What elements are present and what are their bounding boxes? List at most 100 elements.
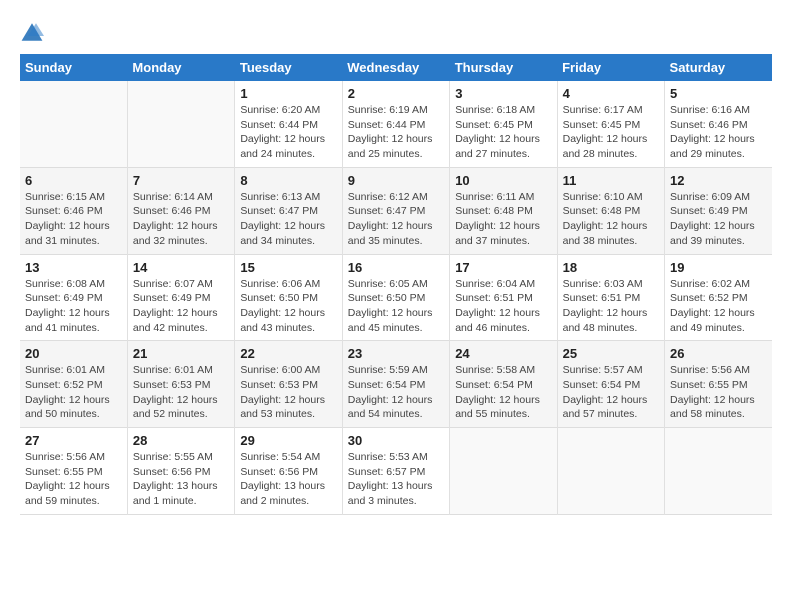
- day-number: 10: [455, 173, 551, 188]
- calendar-week-row: 1 Sunrise: 6:20 AM Sunset: 6:44 PM Daylig…: [20, 81, 772, 167]
- day-number: 20: [25, 346, 122, 361]
- day-number: 19: [670, 260, 767, 275]
- day-of-week-header: Sunday: [20, 54, 127, 81]
- day-detail: Sunrise: 6:06 AM Sunset: 6:50 PM Dayligh…: [240, 277, 336, 336]
- day-detail: Sunrise: 6:17 AM Sunset: 6:45 PM Dayligh…: [563, 103, 659, 162]
- calendar-cell: 19 Sunrise: 6:02 AM Sunset: 6:52 PM Dayli…: [665, 254, 772, 341]
- calendar-cell: 14 Sunrise: 6:07 AM Sunset: 6:49 PM Dayli…: [127, 254, 234, 341]
- day-of-week-header: Friday: [557, 54, 664, 81]
- calendar-cell: 2 Sunrise: 6:19 AM Sunset: 6:44 PM Daylig…: [342, 81, 449, 167]
- day-detail: Sunrise: 6:15 AM Sunset: 6:46 PM Dayligh…: [25, 190, 122, 249]
- calendar-cell: 10 Sunrise: 6:11 AM Sunset: 6:48 PM Dayli…: [450, 167, 557, 254]
- calendar-cell: 27 Sunrise: 5:56 AM Sunset: 6:55 PM Dayli…: [20, 428, 127, 515]
- day-number: 8: [240, 173, 336, 188]
- day-detail: Sunrise: 6:08 AM Sunset: 6:49 PM Dayligh…: [25, 277, 122, 336]
- day-of-week-header: Thursday: [450, 54, 557, 81]
- day-detail: Sunrise: 6:02 AM Sunset: 6:52 PM Dayligh…: [670, 277, 767, 336]
- day-number: 26: [670, 346, 767, 361]
- calendar-cell: 28 Sunrise: 5:55 AM Sunset: 6:56 PM Dayli…: [127, 428, 234, 515]
- calendar-cell: 11Sunrise: 6:10 AM Sunset: 6:48 PM Dayli…: [557, 167, 664, 254]
- day-detail: Sunrise: 6:20 AM Sunset: 6:44 PM Dayligh…: [240, 103, 336, 162]
- calendar-cell: [557, 428, 664, 515]
- calendar-cell: [665, 428, 772, 515]
- day-detail: Sunrise: 6:00 AM Sunset: 6:53 PM Dayligh…: [240, 363, 336, 422]
- day-number: 22: [240, 346, 336, 361]
- day-detail: Sunrise: 5:59 AM Sunset: 6:54 PM Dayligh…: [348, 363, 444, 422]
- day-detail: Sunrise: 6:05 AM Sunset: 6:50 PM Dayligh…: [348, 277, 444, 336]
- calendar-cell: 13 Sunrise: 6:08 AM Sunset: 6:49 PM Dayli…: [20, 254, 127, 341]
- day-number: 3: [455, 86, 551, 101]
- calendar-cell: 21Sunrise: 6:01 AM Sunset: 6:53 PM Dayli…: [127, 341, 234, 428]
- calendar-cell: 3 Sunrise: 6:18 AM Sunset: 6:45 PM Daylig…: [450, 81, 557, 167]
- day-detail: Sunrise: 6:16 AM Sunset: 6:46 PM Dayligh…: [670, 103, 767, 162]
- day-number: 13: [25, 260, 122, 275]
- day-number: 1: [240, 86, 336, 101]
- day-number: 15: [240, 260, 336, 275]
- logo: [20, 20, 48, 44]
- calendar-cell: 17 Sunrise: 6:04 AM Sunset: 6:51 PM Dayli…: [450, 254, 557, 341]
- day-of-week-header: Saturday: [665, 54, 772, 81]
- calendar-table: SundayMondayTuesdayWednesdayThursdayFrid…: [20, 54, 772, 515]
- day-of-week-header: Wednesday: [342, 54, 449, 81]
- calendar-cell: 24 Sunrise: 5:58 AM Sunset: 6:54 PM Dayli…: [450, 341, 557, 428]
- day-number: 6: [25, 173, 122, 188]
- calendar-cell: 12 Sunrise: 6:09 AM Sunset: 6:49 PM Dayli…: [665, 167, 772, 254]
- day-detail: Sunrise: 6:11 AM Sunset: 6:48 PM Dayligh…: [455, 190, 551, 249]
- day-detail: Sunrise: 6:01 AM Sunset: 6:53 PM Dayligh…: [133, 363, 229, 422]
- day-detail: Sunrise: 6:14 AM Sunset: 6:46 PM Dayligh…: [133, 190, 229, 249]
- calendar-week-row: 6 Sunrise: 6:15 AM Sunset: 6:46 PM Daylig…: [20, 167, 772, 254]
- day-number: 7: [133, 173, 229, 188]
- day-number: 17: [455, 260, 551, 275]
- day-detail: Sunrise: 6:09 AM Sunset: 6:49 PM Dayligh…: [670, 190, 767, 249]
- day-detail: Sunrise: 6:07 AM Sunset: 6:49 PM Dayligh…: [133, 277, 229, 336]
- calendar-cell: [20, 81, 127, 167]
- calendar-cell: 8Sunrise: 6:13 AM Sunset: 6:47 PM Daylig…: [235, 167, 342, 254]
- calendar-cell: 25 Sunrise: 5:57 AM Sunset: 6:54 PM Dayli…: [557, 341, 664, 428]
- calendar-cell: 29Sunrise: 5:54 AM Sunset: 6:56 PM Dayli…: [235, 428, 342, 515]
- day-number: 16: [348, 260, 444, 275]
- calendar-cell: 20 Sunrise: 6:01 AM Sunset: 6:52 PM Dayli…: [20, 341, 127, 428]
- day-detail: Sunrise: 6:19 AM Sunset: 6:44 PM Dayligh…: [348, 103, 444, 162]
- calendar-cell: 26 Sunrise: 5:56 AM Sunset: 6:55 PM Dayli…: [665, 341, 772, 428]
- day-number: 12: [670, 173, 767, 188]
- calendar-cell: 9 Sunrise: 6:12 AM Sunset: 6:47 PM Daylig…: [342, 167, 449, 254]
- day-number: 18: [563, 260, 659, 275]
- day-detail: Sunrise: 5:57 AM Sunset: 6:54 PM Dayligh…: [563, 363, 659, 422]
- calendar-cell: [450, 428, 557, 515]
- calendar-cell: 6 Sunrise: 6:15 AM Sunset: 6:46 PM Daylig…: [20, 167, 127, 254]
- calendar-cell: 23 Sunrise: 5:59 AM Sunset: 6:54 PM Dayli…: [342, 341, 449, 428]
- day-number: 23: [348, 346, 444, 361]
- calendar-cell: 22 Sunrise: 6:00 AM Sunset: 6:53 PM Dayli…: [235, 341, 342, 428]
- day-number: 11: [563, 173, 659, 188]
- day-of-week-header: Tuesday: [235, 54, 342, 81]
- day-detail: Sunrise: 5:53 AM Sunset: 6:57 PM Dayligh…: [348, 450, 444, 509]
- calendar-cell: 5Sunrise: 6:16 AM Sunset: 6:46 PM Daylig…: [665, 81, 772, 167]
- day-detail: Sunrise: 5:56 AM Sunset: 6:55 PM Dayligh…: [670, 363, 767, 422]
- day-of-week-header: Monday: [127, 54, 234, 81]
- day-detail: Sunrise: 5:55 AM Sunset: 6:56 PM Dayligh…: [133, 450, 229, 509]
- day-number: 2: [348, 86, 444, 101]
- day-number: 24: [455, 346, 551, 361]
- calendar-cell: 18Sunrise: 6:03 AM Sunset: 6:51 PM Dayli…: [557, 254, 664, 341]
- logo-icon: [20, 20, 44, 44]
- day-detail: Sunrise: 6:12 AM Sunset: 6:47 PM Dayligh…: [348, 190, 444, 249]
- calendar-cell: 1 Sunrise: 6:20 AM Sunset: 6:44 PM Daylig…: [235, 81, 342, 167]
- day-detail: Sunrise: 5:56 AM Sunset: 6:55 PM Dayligh…: [25, 450, 122, 509]
- calendar-week-row: 13 Sunrise: 6:08 AM Sunset: 6:49 PM Dayli…: [20, 254, 772, 341]
- day-number: 9: [348, 173, 444, 188]
- calendar-cell: 30Sunrise: 5:53 AM Sunset: 6:57 PM Dayli…: [342, 428, 449, 515]
- day-number: 29: [240, 433, 336, 448]
- day-number: 27: [25, 433, 122, 448]
- day-detail: Sunrise: 6:18 AM Sunset: 6:45 PM Dayligh…: [455, 103, 551, 162]
- day-number: 28: [133, 433, 229, 448]
- day-detail: Sunrise: 6:04 AM Sunset: 6:51 PM Dayligh…: [455, 277, 551, 336]
- page-header: [20, 20, 772, 44]
- calendar-cell: 16 Sunrise: 6:05 AM Sunset: 6:50 PM Dayli…: [342, 254, 449, 341]
- calendar-week-row: 27 Sunrise: 5:56 AM Sunset: 6:55 PM Dayli…: [20, 428, 772, 515]
- day-number: 25: [563, 346, 659, 361]
- day-detail: Sunrise: 6:01 AM Sunset: 6:52 PM Dayligh…: [25, 363, 122, 422]
- day-number: 4: [563, 86, 659, 101]
- calendar-week-row: 20 Sunrise: 6:01 AM Sunset: 6:52 PM Dayli…: [20, 341, 772, 428]
- day-detail: Sunrise: 5:58 AM Sunset: 6:54 PM Dayligh…: [455, 363, 551, 422]
- day-number: 14: [133, 260, 229, 275]
